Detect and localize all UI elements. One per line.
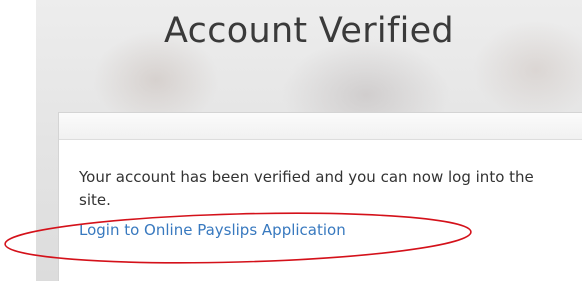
login-link[interactable]: Login to Online Payslips Application xyxy=(79,221,346,239)
content-panel: Your account has been verified and you c… xyxy=(58,112,582,281)
panel-body: Your account has been verified and you c… xyxy=(59,140,582,239)
page: Account Verified Your account has been v… xyxy=(0,0,582,281)
verification-message: Your account has been verified and you c… xyxy=(79,168,534,209)
page-title: Account Verified xyxy=(164,11,454,51)
panel-header xyxy=(59,113,582,140)
